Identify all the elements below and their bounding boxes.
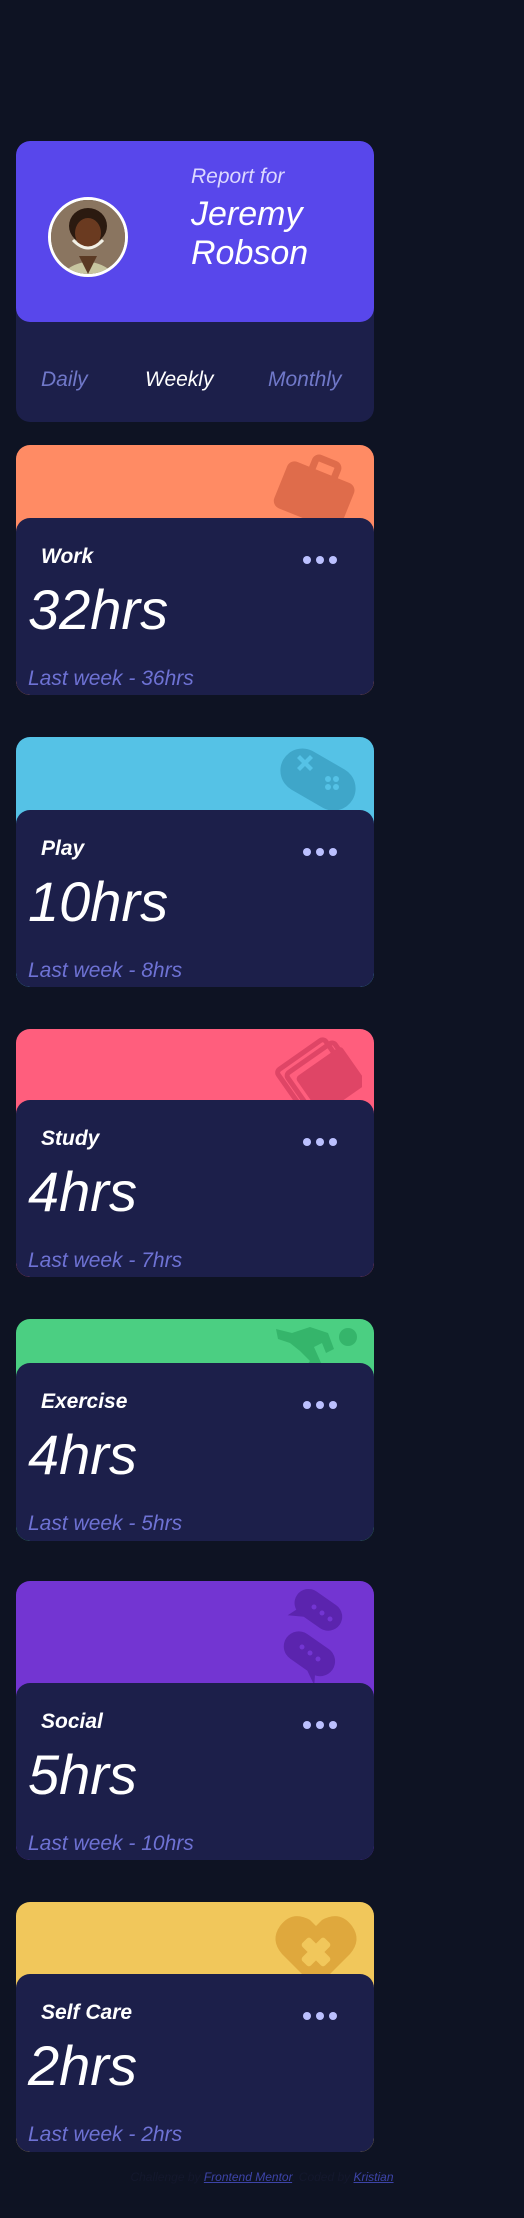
card-body[interactable]: Self Care 2hrs Last week - 2hrs	[16, 1974, 374, 2152]
tab-daily[interactable]: Daily	[41, 368, 88, 392]
avatar	[48, 197, 128, 277]
profile-header: Report for Jeremy Robson	[16, 141, 374, 322]
attribution: Challenge by Frontend Mentor. Coded by K…	[0, 2170, 524, 2184]
activity-card-play: Play 10hrs Last week - 8hrs	[16, 737, 374, 987]
card-title: Self Care	[41, 2001, 133, 2024]
card-current-hours: 10hrs	[28, 870, 169, 933]
card-current-hours: 2hrs	[28, 2034, 137, 2097]
activity-card-social: Social 5hrs Last week - 10hrs	[16, 1581, 374, 1860]
activity-card-work: Work 32hrs Last week - 36hrs	[16, 445, 374, 695]
card-title: Study	[41, 1127, 100, 1150]
card-current-hours: 5hrs	[28, 1743, 137, 1806]
activity-card-exercise: Exercise 4hrs Last week - 5hrs	[16, 1319, 374, 1541]
avatar-portrait-icon	[51, 200, 125, 274]
tab-weekly[interactable]: Weekly	[145, 368, 213, 392]
activity-card-self-care: Self Care 2hrs Last week - 2hrs	[16, 1902, 374, 2152]
card-options-icon[interactable]	[303, 846, 337, 858]
attribution-middle: . Coded by	[292, 2170, 351, 2184]
card-previous-hours: Last week - 8hrs	[28, 959, 183, 982]
card-title: Work	[41, 545, 94, 568]
card-previous-hours: Last week - 2hrs	[28, 2123, 183, 2146]
card-previous-hours: Last week - 7hrs	[28, 1249, 183, 1272]
frontend-mentor-link[interactable]: Frontend Mentor	[204, 2170, 292, 2184]
card-body[interactable]: Social 5hrs Last week - 10hrs	[16, 1683, 374, 1860]
speech-bubbles-icon	[283, 1588, 343, 1685]
report-for-label: Report for	[191, 165, 285, 188]
card-title: Play	[41, 837, 85, 860]
card-options-icon[interactable]	[303, 1136, 337, 1148]
dashboard-page: Report for Jeremy Robson Daily Weekly Mo…	[0, 0, 524, 2218]
attribution-prefix: Challenge by	[130, 2170, 201, 2184]
card-options-icon[interactable]	[303, 2010, 337, 2022]
card-title: Exercise	[41, 1390, 128, 1413]
card-options-icon[interactable]	[303, 554, 337, 566]
card-previous-hours: Last week - 36hrs	[28, 667, 194, 690]
profile-card: Report for Jeremy Robson Daily Weekly Mo…	[16, 141, 374, 422]
card-title: Social	[41, 1710, 103, 1733]
card-options-icon[interactable]	[303, 1719, 337, 1731]
card-previous-hours: Last week - 10hrs	[28, 1832, 194, 1855]
card-previous-hours: Last week - 5hrs	[28, 1512, 183, 1535]
activity-card-study: Study 4hrs Last week - 7hrs	[16, 1029, 374, 1277]
card-current-hours: 4hrs	[28, 1423, 137, 1486]
card-current-hours: 32hrs	[28, 578, 169, 641]
card-current-hours: 4hrs	[28, 1160, 137, 1223]
card-body[interactable]: Work 32hrs Last week - 36hrs	[16, 518, 374, 695]
tab-monthly[interactable]: Monthly	[268, 368, 342, 392]
user-name: Jeremy Robson	[191, 195, 309, 272]
author-link[interactable]: Kristian	[354, 2170, 394, 2184]
card-body[interactable]: Play 10hrs Last week - 8hrs	[16, 810, 374, 987]
timeframe-tabs: Daily Weekly Monthly	[16, 322, 374, 422]
card-options-icon[interactable]	[303, 1399, 337, 1411]
card-body[interactable]: Exercise 4hrs Last week - 5hrs	[16, 1363, 374, 1541]
card-body[interactable]: Study 4hrs Last week - 7hrs	[16, 1100, 374, 1277]
